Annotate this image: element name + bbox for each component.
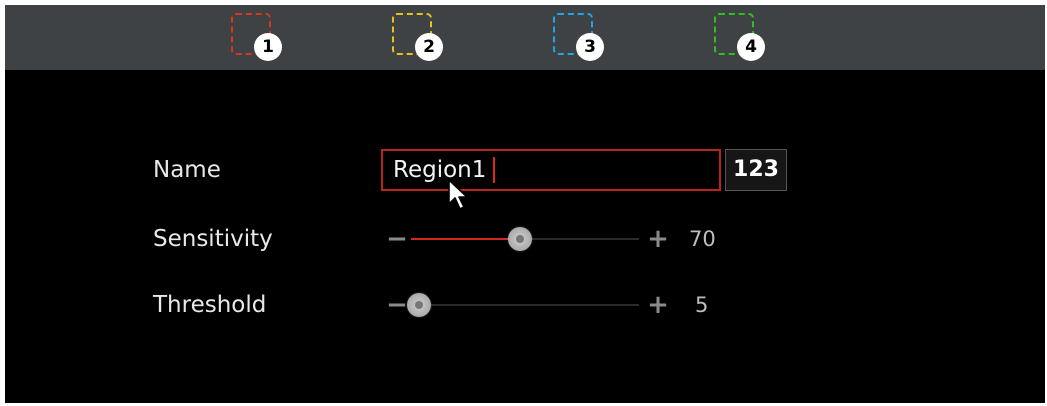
sensitivity-slider[interactable]: [411, 227, 639, 251]
sensitivity-increase-button[interactable]: +: [646, 224, 670, 254]
threshold-increase-button[interactable]: +: [646, 290, 670, 320]
mouse-pointer-icon: [448, 179, 468, 210]
numeric-keyboard-button[interactable]: 123: [725, 149, 787, 191]
threshold-decrease-button[interactable]: −: [385, 290, 409, 320]
region-tab-3[interactable]: 3: [553, 11, 605, 63]
region-1-number: 1: [254, 33, 282, 61]
name-input[interactable]: [381, 149, 721, 191]
threshold-label: Threshold: [153, 292, 267, 318]
region-selector-bar: 1 2 3 4: [5, 5, 1045, 70]
sensitivity-slider-handle[interactable]: [508, 227, 532, 251]
motion-detection-region-screen: 1 2 3 4 Name 123 Sensitivity − + 70 Thre…: [5, 5, 1045, 403]
sensitivity-slider-fill: [411, 238, 520, 240]
sensitivity-value: 70: [689, 227, 716, 251]
threshold-value: 5: [695, 293, 709, 317]
name-label: Name: [153, 157, 221, 183]
region-4-number: 4: [737, 33, 765, 61]
sensitivity-handle-dot: [516, 235, 524, 243]
region-tab-1[interactable]: 1: [231, 11, 283, 63]
region-3-number: 3: [576, 33, 604, 61]
sensitivity-decrease-button[interactable]: −: [385, 224, 409, 254]
region-tab-4[interactable]: 4: [714, 11, 766, 63]
threshold-slider-handle[interactable]: [407, 293, 431, 317]
threshold-slider[interactable]: [407, 293, 639, 317]
region-tab-2[interactable]: 2: [392, 11, 444, 63]
text-caret: [493, 157, 495, 183]
sensitivity-label: Sensitivity: [153, 226, 273, 252]
region-2-number: 2: [415, 33, 443, 61]
threshold-handle-dot: [415, 301, 423, 309]
